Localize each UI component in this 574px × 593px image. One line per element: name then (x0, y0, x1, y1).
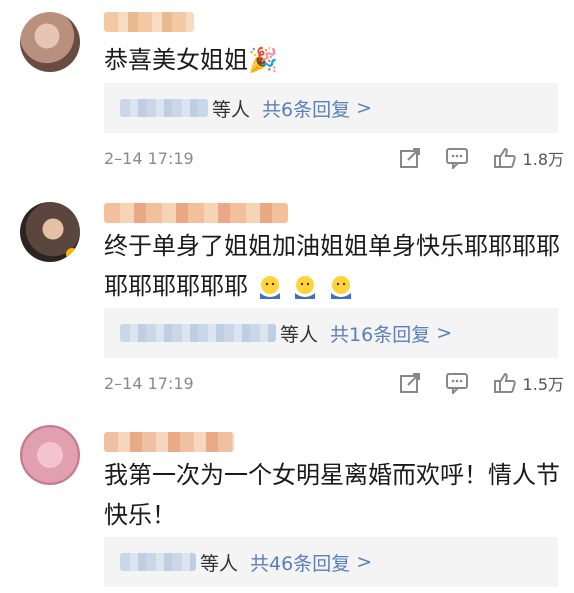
reply-suffix: 等人 (212, 98, 251, 121)
comment-text: 我第一次为一个女明星离婚而欢呼！情人节快乐！ (104, 461, 560, 529)
like-count: 1.8万 (522, 150, 564, 169)
comment-icon[interactable] (445, 372, 469, 394)
comment-meta: 2–14 17:19 1.5万 (104, 368, 564, 398)
comment-text: 终于单身了姐姐加油姐姐单身快乐耶耶耶耶耶耶耶耶耶耶 (104, 232, 560, 301)
emoji-icon (256, 273, 284, 301)
chevron-right-icon: > (356, 551, 373, 573)
verified-badge (66, 248, 78, 260)
like-button[interactable]: 1.5万 (493, 371, 564, 395)
emoji-icon (327, 273, 355, 301)
reply-suffix: 等人 (280, 323, 319, 346)
username[interactable] (104, 203, 288, 223)
reply-box[interactable]: 等人 共6条回复 > (104, 83, 558, 133)
reply-count-link[interactable]: 共16条回复 (330, 320, 430, 347)
reply-names[interactable] (120, 553, 196, 571)
like-icon (493, 147, 517, 169)
username[interactable] (104, 432, 234, 452)
share-icon[interactable] (399, 147, 421, 169)
comment-date: 2–14 17:19 (104, 148, 194, 168)
like-icon (493, 372, 517, 394)
comment-text: 恭喜美女姐姐🎉 (104, 46, 278, 74)
reply-names[interactable] (120, 99, 208, 117)
reply-names[interactable] (120, 324, 276, 342)
username[interactable] (104, 12, 194, 32)
reply-box[interactable]: 等人 共46条回复 > (104, 537, 558, 587)
share-icon[interactable] (399, 372, 421, 394)
avatar[interactable] (20, 425, 80, 485)
avatar[interactable] (20, 202, 80, 262)
chevron-right-icon: > (356, 97, 373, 119)
reply-count-link[interactable]: 共46条回复 (250, 549, 350, 576)
like-button[interactable]: 1.8万 (493, 146, 564, 170)
comment-date: 2–14 17:19 (104, 373, 194, 393)
comment-meta: 2–14 17:19 1.8万 (104, 143, 564, 173)
emoji-icon (291, 273, 319, 301)
like-count: 1.5万 (522, 375, 564, 394)
chevron-right-icon: > (436, 322, 453, 344)
reply-box[interactable]: 等人 共16条回复 > (104, 308, 558, 358)
reply-suffix: 等人 (200, 552, 239, 575)
comment-icon[interactable] (445, 147, 469, 169)
reply-count-link[interactable]: 共6条回复 (262, 95, 350, 122)
avatar[interactable] (20, 12, 80, 72)
